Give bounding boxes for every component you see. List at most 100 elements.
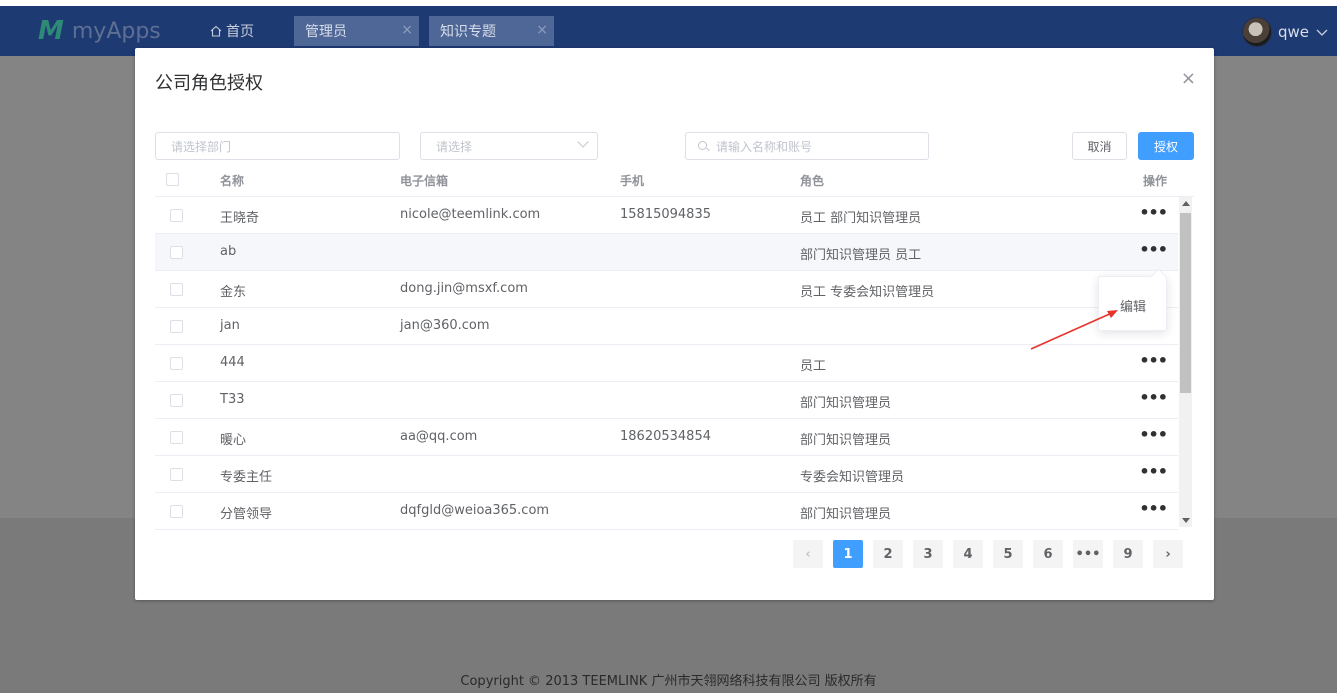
cell-role: 专委会知识管理员 [800,470,905,485]
more-pages-icon[interactable]: ••• [1073,540,1103,568]
page-6[interactable]: 6 [1033,540,1063,568]
home-icon [210,25,222,37]
cell-role: 部门知识管理员 [800,433,892,448]
user-menu[interactable]: qwe [1241,17,1329,47]
cell-role: 员工 专委会知识管理员 [800,285,935,300]
nav-home-label: 首页 [226,24,254,40]
row-checkbox[interactable] [170,394,183,407]
cell-email: dqfgld@weioa365.com [400,503,550,518]
footer-copyright: Copyright © 2013 TEEMLINK 广州市天翎网络科技有限公司 … [460,674,877,689]
search-placeholder: 请输入名称和账号 [716,139,813,154]
scroll-up-icon[interactable] [1182,201,1190,206]
scroll-thumb[interactable] [1180,213,1191,393]
cell-name: 444 [220,355,245,370]
cell-name: 金东 [220,285,247,300]
cell-role: 部门知识管理员 员工 [800,248,922,263]
close-icon[interactable]: × [401,22,413,38]
row-checkbox[interactable] [170,468,183,481]
cell-name: ab [220,244,237,259]
chevron-down-icon [1316,29,1328,36]
row-checkbox[interactable] [170,320,183,333]
page-4[interactable]: 4 [953,540,983,568]
table-body: 王晓奇 nicole@teemlink.com 15815094835 员工 部… [155,197,1178,530]
row-checkbox[interactable] [170,505,183,518]
cell-email: nicole@teemlink.com [400,207,541,222]
avatar [1241,17,1272,47]
role-select[interactable]: 请选择 [420,132,598,160]
prev-page-button[interactable]: ‹ [793,540,823,568]
page-3[interactable]: 3 [913,540,943,568]
more-icon[interactable]: ••• [1139,499,1168,518]
cell-role: 部门知识管理员 [800,396,892,411]
close-icon[interactable]: × [1181,68,1196,89]
more-icon[interactable]: ••• [1139,462,1168,481]
row-checkbox[interactable] [170,246,183,259]
table-row[interactable]: 金东 dong.jin@msxf.com 员工 专委会知识管理员 [155,271,1178,308]
cell-role: 员工 [800,359,827,374]
role-authorization-dialog: 公司角色授权 × 请选择部门 请选择 请输入名称和账号 取消 授权 名称 电子信… [135,48,1214,600]
more-icon[interactable]: ••• [1139,425,1168,444]
cell-role: 员工 部门知识管理员 [800,211,922,226]
more-icon[interactable]: ••• [1139,240,1168,259]
cell-phone: 18620534854 [620,429,711,444]
table-row[interactable]: jan jan@360.com [155,308,1178,345]
user-name: qwe [1277,23,1309,41]
table-scrollbar[interactable] [1179,197,1192,527]
table-row[interactable]: T33 部门知识管理员 ••• [155,382,1178,419]
nav-home[interactable]: 首页 [210,21,254,41]
header-name: 名称 [220,174,245,188]
cell-name: 暖心 [220,433,247,448]
table-row[interactable]: 分管领导 dqfgld@weioa365.com 部门知识管理员 ••• [155,493,1178,530]
authorize-button[interactable]: 授权 [1138,132,1194,160]
search-icon [698,141,707,150]
table-row[interactable]: 444 员工 ••• [155,345,1178,382]
more-icon[interactable]: ••• [1139,351,1168,370]
cell-name: 分管领导 [220,507,273,522]
row-checkbox[interactable] [170,357,183,370]
row-checkbox[interactable] [170,431,183,444]
table-header: 名称 电子信箱 手机 角色 操作 [155,162,1194,197]
cell-name: 王晓奇 [220,211,260,226]
scroll-down-icon[interactable] [1182,518,1190,523]
more-icon[interactable]: ••• [1139,388,1168,407]
table-row[interactable]: 王晓奇 nicole@teemlink.com 15815094835 员工 部… [155,197,1178,234]
red-arrow-annotation [1030,310,1118,350]
department-select[interactable]: 请选择部门 [155,132,400,160]
logo-text: myApps [71,18,161,44]
cancel-button[interactable]: 取消 [1072,132,1127,160]
cell-name: T33 [220,392,245,407]
department-placeholder: 请选择部门 [171,139,232,154]
next-page-button[interactable]: › [1153,540,1183,568]
page-2[interactable]: 2 [873,540,903,568]
row-checkbox[interactable] [170,209,183,222]
page-5[interactable]: 5 [993,540,1023,568]
close-icon[interactable]: × [536,22,548,38]
cell-name: 专委主任 [220,470,273,485]
page-9[interactable]: 9 [1113,540,1143,568]
cell-role: 部门知识管理员 [800,507,892,522]
select-all-checkbox[interactable] [166,173,179,186]
header-role: 角色 [800,174,825,188]
app-logo[interactable]: M myApps [38,14,161,48]
cell-email: aa@qq.com [400,429,478,444]
cell-phone: 15815094835 [620,207,711,222]
more-icon[interactable]: ••• [1139,203,1168,222]
table-row[interactable]: ab 部门知识管理员 员工 ••• [155,234,1178,271]
tab-admin[interactable]: 管理员 × [294,16,419,46]
table-row[interactable]: 暖心 aa@qq.com 18620534854 部门知识管理员 ••• [155,419,1178,456]
header-phone: 手机 [620,174,645,188]
chevron-down-icon [577,136,589,148]
row-checkbox[interactable] [170,283,183,296]
cell-name: jan [220,318,240,333]
search-input[interactable]: 请输入名称和账号 [685,132,929,160]
logo-mark: M [38,16,64,46]
header-email: 电子信箱 [400,174,449,188]
table-row[interactable]: 专委主任 专委会知识管理员 ••• [155,456,1178,493]
cell-email: jan@360.com [400,318,490,333]
tab-knowledge-topic-label: 知识专题 [440,24,496,40]
page-1[interactable]: 1 [833,540,863,568]
tab-knowledge-topic[interactable]: 知识专题 × [429,16,554,46]
tab-admin-label: 管理员 [305,24,347,40]
dialog-title: 公司角色授权 [155,73,263,94]
role-select-placeholder: 请选择 [436,139,473,154]
